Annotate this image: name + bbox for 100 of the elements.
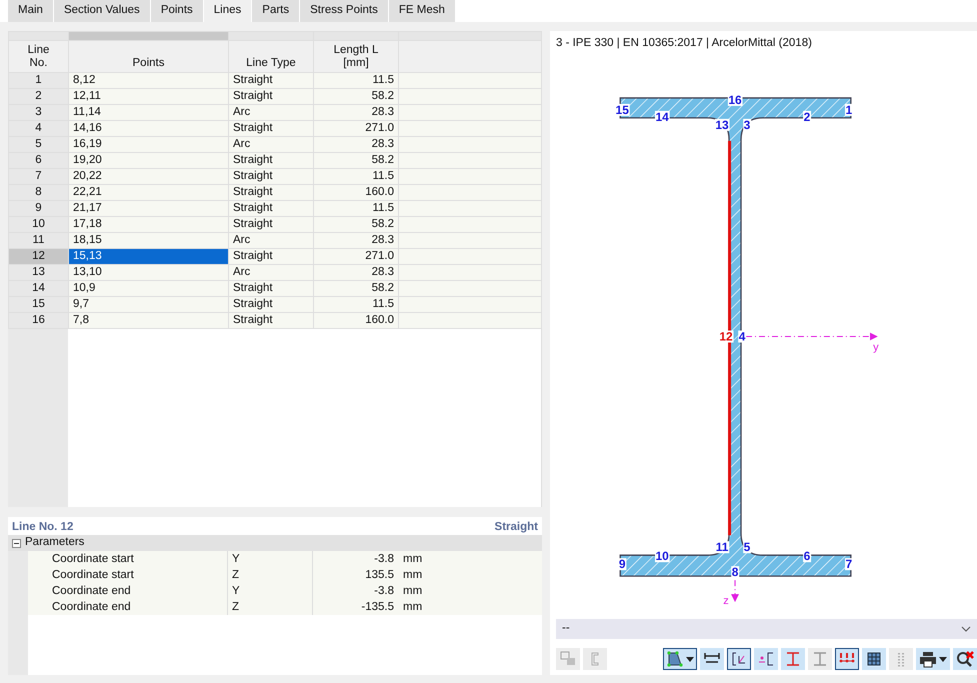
table-cell[interactable]: 21,17 (68, 200, 228, 216)
property-unit: mm (402, 568, 422, 583)
view-dropdown[interactable]: -- (556, 619, 977, 640)
table-cell: Straight (228, 72, 314, 88)
toolbar-button[interactable] (663, 648, 697, 670)
property-value: -3.8 (373, 584, 395, 599)
point-number: 9 (618, 557, 626, 572)
table-cell[interactable]: 19,20 (68, 152, 228, 168)
group-label: Parameters (25, 535, 84, 550)
row-header[interactable]: 14 (8, 280, 68, 296)
toolbar-button[interactable] (754, 648, 778, 670)
row-header[interactable]: 8 (8, 184, 68, 200)
caret-icon (686, 656, 694, 662)
point-number: 12 (719, 330, 733, 344)
table-cell: 11.5 (314, 72, 398, 88)
table-cell[interactable]: 8,12 (68, 72, 228, 88)
caret-icon (939, 656, 947, 662)
row-header[interactable]: 9 (8, 200, 68, 216)
table-cell[interactable]: 22,21 (68, 184, 228, 200)
column-header: Line Type (228, 40, 314, 72)
table-cell: 271.0 (314, 120, 398, 136)
table-cell[interactable]: 11,14 (68, 104, 228, 120)
tab[interactable]: Lines (204, 0, 252, 22)
printer-icon (919, 650, 937, 668)
table-cell[interactable]: 9,7 (68, 296, 228, 312)
table-cell[interactable]: 12,11 (68, 88, 228, 104)
row-header[interactable]: 11 (8, 232, 68, 248)
z-axis-arrow (731, 580, 740, 602)
point-number: 1 (846, 102, 852, 117)
row-header[interactable]: 6 (8, 152, 68, 168)
row-header[interactable]: 13 (8, 264, 68, 280)
zoom-reset-icon (956, 650, 974, 668)
table-cell[interactable]: 10,9 (68, 280, 228, 296)
point-number: 16 (728, 92, 742, 107)
table-cell: 58.2 (314, 280, 398, 296)
row-header[interactable]: 16 (8, 312, 68, 328)
point-number: 2 (804, 110, 810, 124)
table-cell: Straight (228, 88, 314, 104)
table-cell: Straight (228, 216, 314, 232)
row-header[interactable]: 4 (8, 120, 68, 136)
collapse-toggle[interactable] (12, 538, 21, 548)
table-cell[interactable]: 17,18 (68, 216, 228, 232)
point-number: 13 (715, 118, 729, 132)
point-number: 8 (732, 565, 738, 580)
table-cell: 160.0 (314, 184, 398, 200)
i-beam-icon (811, 650, 829, 668)
table-cell[interactable]: 13,10 (68, 264, 228, 280)
table-cell: Straight (228, 120, 314, 136)
tab[interactable]: Stress Points (300, 0, 388, 22)
toolbar-button[interactable] (916, 648, 950, 670)
table-cell: Straight (228, 296, 314, 312)
tab[interactable]: Main (8, 0, 53, 22)
table-cell: 58.2 (314, 88, 398, 104)
toolbar-button[interactable] (727, 648, 751, 670)
table-cell: 271.0 (314, 248, 398, 264)
row-header[interactable]: 3 (8, 104, 68, 120)
property-value: -3.8 (373, 552, 395, 567)
point-number: 11 (716, 540, 728, 554)
column-header: Points (68, 40, 228, 72)
row-header[interactable]: 15 (8, 296, 68, 312)
property-axis: Z (228, 599, 313, 615)
tab[interactable]: Section Values (54, 0, 150, 22)
row-header[interactable]: 12 (8, 248, 68, 264)
table-cell[interactable]: 7,8 (68, 312, 228, 328)
row-header[interactable]: 2 (8, 88, 68, 104)
detail-title: Line No. 12 (12, 520, 74, 533)
toolbar-button[interactable] (700, 648, 724, 670)
table-cell: 28.3 (314, 232, 398, 248)
property-unit: mm (402, 600, 422, 615)
table-cell[interactable]: 14,16 (68, 120, 228, 136)
point-number: 15 (616, 102, 629, 117)
table-cell[interactable]: 15,13 (68, 248, 228, 264)
table-cell[interactable]: 20,22 (68, 168, 228, 184)
shape-outline-icon (666, 650, 684, 668)
chevron-down-icon (961, 626, 971, 632)
row-header[interactable]: 10 (8, 216, 68, 232)
row-header[interactable]: 1 (8, 72, 68, 88)
toolbar-button[interactable] (862, 648, 886, 670)
toolbar-button[interactable] (953, 648, 977, 670)
property-name: Coordinate end (28, 599, 228, 615)
property-unit: mm (402, 584, 422, 599)
point-number: 6 (804, 549, 810, 564)
point-number: 7 (846, 557, 852, 572)
table-cell: 11.5 (314, 168, 398, 184)
row-header[interactable]: 7 (8, 168, 68, 184)
tab[interactable]: Points (150, 0, 203, 22)
table-cell: Straight (228, 248, 314, 264)
toolbar-button[interactable] (835, 648, 859, 670)
point-number: 5 (744, 540, 750, 554)
table-cell: Arc (228, 232, 314, 248)
row-header[interactable]: 5 (8, 136, 68, 152)
table-cell: 58.2 (314, 216, 398, 232)
table-cell: Straight (228, 152, 314, 168)
table-cell[interactable]: 18,15 (68, 232, 228, 248)
table-cell: 28.3 (314, 136, 398, 152)
table-cell: Arc (228, 136, 314, 152)
tab[interactable]: FE Mesh (388, 0, 455, 22)
table-cell: Straight (228, 168, 314, 184)
table-cell[interactable]: 16,19 (68, 136, 228, 152)
tab[interactable]: Parts (252, 0, 300, 22)
